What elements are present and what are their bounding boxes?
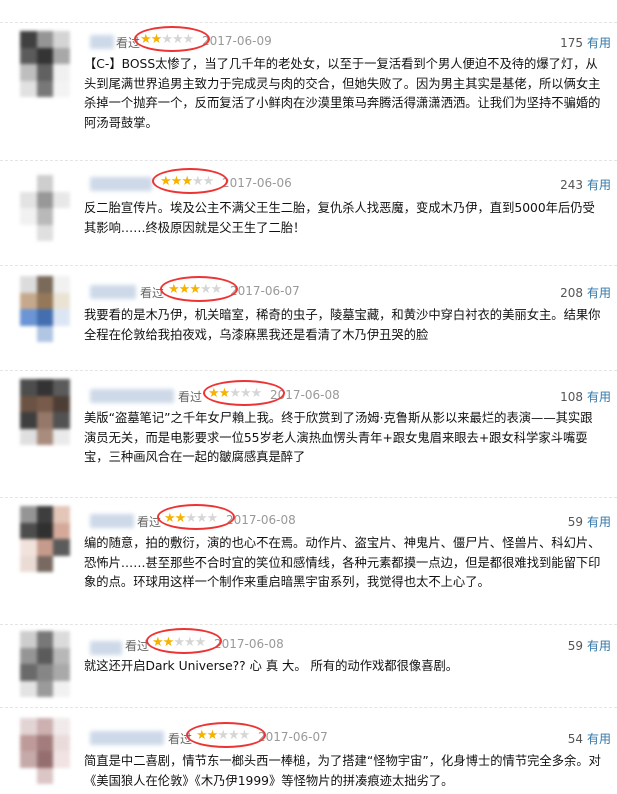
useful-button[interactable]: 有用 xyxy=(587,732,611,746)
votes: 208 有用 xyxy=(560,284,611,301)
useful-button[interactable]: 有用 xyxy=(587,36,611,50)
avatar[interactable] xyxy=(20,718,70,784)
avatar[interactable] xyxy=(20,379,70,445)
vote-count: 59 xyxy=(567,515,583,529)
review-item: ★★★★★ 2017-06-06 243 有用 反二胎宣传片。埃及公主不满父王生二… xyxy=(0,160,617,261)
username[interactable] xyxy=(90,514,134,528)
review-item: 看过 ★★★★★ 2017-06-09 175 有用 【C-】BOSS太惨了，当了… xyxy=(0,22,617,156)
review-item: 看过 ★★★★★ 2017-06-08 108 有用 美版“盗墓笔记”之千年女尸賴… xyxy=(0,370,617,493)
annotation-circle xyxy=(160,276,238,302)
annotation-circle xyxy=(146,628,222,654)
username[interactable] xyxy=(90,731,164,745)
useful-button[interactable]: 有用 xyxy=(587,286,611,300)
votes: 59 有用 xyxy=(568,513,611,530)
votes: 59 有用 xyxy=(568,637,611,654)
votes: 54 有用 xyxy=(568,730,611,747)
useful-button[interactable]: 有用 xyxy=(587,390,611,404)
review-content: 反二胎宣传片。埃及公主不满父王生二胎，复仇杀人找恶魔，变成木乃伊，直到5000年… xyxy=(84,201,595,235)
review-content: 美版“盗墓笔记”之千年女尸賴上我。终于欣赏到了汤姆·克鲁斯从影以来最烂的表演——… xyxy=(84,411,593,464)
watched-label: 看过 xyxy=(178,390,203,404)
votes: 108 有用 xyxy=(560,388,611,405)
avatar[interactable] xyxy=(20,631,70,697)
username[interactable] xyxy=(90,389,174,403)
review-item: 看过 ★★★★★ 2017-06-07 208 有用 我要看的是木乃伊，机关暗室，… xyxy=(0,265,617,366)
annotation-circle xyxy=(203,380,285,406)
review-date: 2017-06-06 xyxy=(222,176,292,190)
vote-count: 243 xyxy=(560,178,583,192)
username[interactable] xyxy=(90,35,114,49)
vote-count: 108 xyxy=(560,390,583,404)
vote-count: 175 xyxy=(560,36,583,50)
review-item: 看过 ★★★★★ 2017-06-07 54 有用 简直是中二喜剧，情节东一榔头西… xyxy=(0,707,617,794)
avatar[interactable] xyxy=(20,31,70,97)
avatar[interactable] xyxy=(20,506,70,572)
review-item: 看过 ★★★★★ 2017-06-08 59 有用 编的随意，拍的敷衍，演的也心不… xyxy=(0,497,617,620)
review-content: 我要看的是木乃伊，机关暗室，稀奇的虫子，陵墓宝藏，和黄沙中穿白衬衣的美丽女主。结… xyxy=(84,308,601,342)
annotation-circle xyxy=(152,168,228,194)
useful-button[interactable]: 有用 xyxy=(587,178,611,192)
username[interactable] xyxy=(90,641,122,655)
vote-count: 208 xyxy=(560,286,583,300)
review-date: 2017-06-09 xyxy=(202,34,272,48)
review-content: 编的随意，拍的敷衍，演的也心不在焉。动作片、盗宝片、神鬼片、僵尸片、怪兽片、科幻… xyxy=(84,536,601,589)
votes: 243 有用 xyxy=(560,176,611,193)
review-content: 就这还开启Dark Universe?? 心 真 大。 所有的动作戏都很像喜剧。 xyxy=(84,659,459,673)
annotation-circle xyxy=(134,26,210,52)
review-date: 2017-06-08 xyxy=(214,637,284,651)
review-content: 简直是中二喜剧，情节东一榔头西一棒槌，为了搭建“怪物宇宙”，化身博士的情节完全多… xyxy=(84,754,601,788)
avatar[interactable] xyxy=(20,175,70,241)
annotation-circle xyxy=(186,722,266,748)
review-date: 2017-06-07 xyxy=(258,730,328,744)
review-content: 【C-】BOSS太惨了，当了几千年的老处女，以至于一复活看到个男人便迫不及待的爆… xyxy=(84,57,601,130)
useful-button[interactable]: 有用 xyxy=(587,639,611,653)
review-item: 看过 ★★★★★ 2017-06-08 59 有用 就这还开启Dark Unive… xyxy=(0,624,617,703)
avatar[interactable] xyxy=(20,276,70,342)
review-date: 2017-06-07 xyxy=(230,284,300,298)
annotation-circle xyxy=(157,504,235,530)
review-date: 2017-06-08 xyxy=(226,513,296,527)
votes: 175 有用 xyxy=(560,34,611,51)
useful-button[interactable]: 有用 xyxy=(587,515,611,529)
vote-count: 54 xyxy=(567,732,583,746)
vote-count: 59 xyxy=(567,639,583,653)
username[interactable] xyxy=(90,177,152,191)
username[interactable] xyxy=(90,285,136,299)
